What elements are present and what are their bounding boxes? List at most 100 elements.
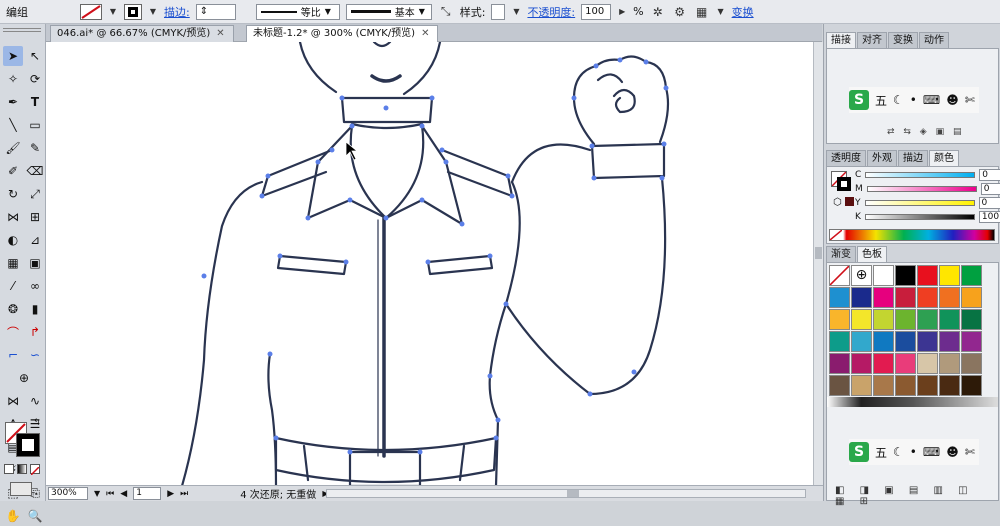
color-swatch[interactable]	[961, 309, 982, 330]
keyboard-icon[interactable]: ⌨	[923, 93, 940, 107]
opacity-input[interactable]: 100	[581, 4, 611, 20]
illustration-artwork[interactable]	[46, 42, 813, 485]
finger-line[interactable]	[598, 74, 622, 82]
moon-icon[interactable]: ☾	[893, 445, 904, 459]
last-page-icon[interactable]: ⏭	[180, 489, 188, 499]
color-swatch[interactable]	[829, 331, 850, 352]
right-pocket[interactable]	[428, 256, 492, 274]
tab-document-2[interactable]: 未标题-1.2* @ 300% (CMYK/预览)✕	[246, 25, 438, 42]
recolor-artwork-icon[interactable]: ✲	[650, 4, 666, 20]
ime-mode-label[interactable]: 五	[875, 444, 887, 461]
color-swatch[interactable]	[917, 353, 938, 374]
transform-link[interactable]: 变换	[732, 4, 754, 20]
user-icon[interactable]: ☻	[946, 445, 959, 459]
type-tool-icon[interactable]: T	[25, 92, 45, 112]
color-swatch[interactable]	[873, 265, 894, 286]
color-swatch[interactable]	[939, 287, 960, 308]
links-panel-buttons[interactable]: ⇄ ⇆ ◈ ▣ ▤	[887, 127, 964, 137]
tab-align[interactable]: 对齐	[857, 32, 887, 48]
chevron-down-icon[interactable]: ▼	[108, 4, 118, 20]
variable-width-profile[interactable]: 等比 ▼	[256, 4, 340, 20]
screen-mode-icon[interactable]	[10, 482, 32, 496]
none-mode-icon[interactable]	[30, 464, 40, 474]
color-swatch[interactable]	[851, 353, 872, 374]
color-swatch[interactable]	[829, 309, 850, 330]
color-swatch[interactable]	[917, 331, 938, 352]
color-swatch[interactable]	[961, 287, 982, 308]
color-swatch[interactable]	[829, 353, 850, 374]
tab-appearance[interactable]: 外观	[867, 150, 897, 166]
chevron-down-icon[interactable]: ▼	[148, 4, 158, 20]
sogou-logo-icon[interactable]: S	[849, 90, 869, 110]
pencil-tool-icon[interactable]: ✎	[25, 138, 45, 158]
stroke-weight-field[interactable]: ⇕	[196, 4, 236, 20]
toolbar-grip[interactable]	[3, 28, 41, 32]
tab-transparency[interactable]: 透明度	[826, 150, 866, 166]
eraser-tool-icon[interactable]: ⌫	[25, 161, 45, 181]
eyedropper-tool-icon[interactable]: ⁄	[3, 276, 23, 296]
gradient-mode-icon[interactable]	[17, 464, 27, 474]
tab-actions[interactable]: 动作	[919, 32, 949, 48]
black-slider[interactable]	[865, 214, 975, 220]
color-swatch[interactable]	[939, 353, 960, 374]
color-swatch[interactable]	[939, 309, 960, 330]
chevron-down-icon[interactable]: ▼	[511, 4, 521, 20]
shape-builder-tool-icon[interactable]: ◐	[3, 230, 23, 250]
page-field[interactable]: 1	[133, 487, 161, 500]
fist-outline[interactable]	[574, 56, 668, 144]
stroke-link[interactable]: 描边:	[164, 4, 190, 20]
free-transform-tool-icon[interactable]: ⊞	[25, 207, 45, 227]
color-swatch[interactable]	[917, 309, 938, 330]
color-swatch[interactable]	[895, 265, 916, 286]
line-tool-icon[interactable]: ╲	[3, 115, 23, 135]
pen-tool-icon[interactable]: ✒	[3, 92, 23, 112]
rectangle-tool-icon[interactable]: ▭	[25, 115, 45, 135]
paintbrush-tool-icon[interactable]: 🖌	[3, 138, 23, 158]
chevron-down-icon[interactable]: ▼	[94, 489, 100, 498]
dot-icon[interactable]: •	[910, 93, 917, 107]
tab-swatches[interactable]: 色板	[857, 246, 887, 262]
swatches-panel-buttons[interactable]: ◧ ◨ ▣ ▤ ▥ ◫ ▦ ⊞	[835, 485, 998, 507]
lasso-tool-icon[interactable]: ⟳	[25, 69, 45, 89]
color-swatch[interactable]	[829, 375, 850, 396]
cube-icon[interactable]: ⬡	[833, 197, 842, 208]
vertical-scrollbar[interactable]	[813, 42, 823, 485]
grayscale-swatch-row[interactable]	[827, 397, 998, 407]
right-arm-outline[interactable]	[506, 178, 665, 394]
color-swatch[interactable]	[961, 353, 982, 374]
color-spectrum[interactable]	[829, 229, 995, 241]
scroll-thumb[interactable]	[567, 490, 579, 497]
arrows-expand-icon[interactable]: ⤡	[438, 4, 454, 20]
align-icon[interactable]: ▦	[694, 4, 710, 20]
close-icon[interactable]: ✕	[216, 28, 224, 39]
sogou-logo-icon[interactable]: S	[849, 442, 869, 462]
color-swatch[interactable]	[873, 287, 894, 308]
color-swatch[interactable]	[961, 331, 982, 352]
ime-mode-label[interactable]: 五	[875, 92, 887, 109]
tab-gradient[interactable]: 渐变	[826, 246, 856, 262]
color-swatch[interactable]	[895, 287, 916, 308]
stroke-swatch[interactable]	[17, 434, 39, 456]
yellow-slider[interactable]	[865, 200, 975, 206]
color-swatch[interactable]	[895, 309, 916, 330]
none-swatch[interactable]	[829, 265, 850, 286]
color-swatch[interactable]	[961, 265, 982, 286]
chevron-down-icon[interactable]: ▼	[716, 4, 726, 20]
scroll-thumb[interactable]	[815, 247, 822, 259]
color-swatch[interactable]	[917, 287, 938, 308]
left-torso-line[interactable]	[268, 354, 276, 485]
zoom-tool-icon[interactable]: 🔍	[25, 506, 45, 526]
color-swatch[interactable]	[895, 331, 916, 352]
chevron-right-icon[interactable]: ▶	[617, 4, 627, 20]
out-of-gamut-swatch[interactable]	[845, 197, 854, 206]
magic-wand-tool-icon[interactable]: ✧	[3, 69, 23, 89]
opacity-link[interactable]: 不透明度:	[527, 4, 575, 20]
magenta-input[interactable]: 0	[981, 183, 1000, 195]
color-mode-icon[interactable]	[4, 464, 14, 474]
nose-outline[interactable]	[374, 42, 390, 46]
prev-page-icon[interactable]: ◀	[120, 489, 127, 499]
fill-color-swatch[interactable]	[80, 4, 102, 20]
fill-stroke-widget[interactable]: ↰	[5, 422, 43, 460]
tab-transform[interactable]: 变换	[888, 32, 918, 48]
color-swatch[interactable]	[917, 375, 938, 396]
